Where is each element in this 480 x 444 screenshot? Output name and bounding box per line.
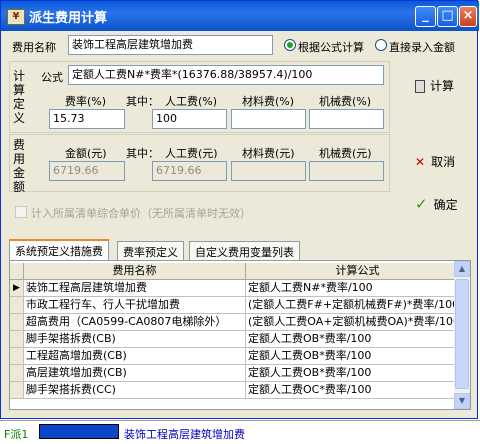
- material-amount-label: 材料费(元): [242, 147, 295, 160]
- tab-rate-predefined[interactable]: 费率预定义: [117, 241, 184, 260]
- fee-table: 费用名称 计算公式 ▶ 装饰工程高层建筑增加费 定额人工费N#*费率/100 市…: [9, 260, 471, 410]
- app-icon: ¥: [7, 9, 25, 25]
- ok-button-label: 确定: [433, 198, 458, 212]
- machine-amount-input: [309, 161, 384, 181]
- scroll-down-icon[interactable]: ▼: [454, 393, 470, 409]
- table-cell-name[interactable]: 装饰工程高层建筑增加费: [24, 280, 246, 297]
- table-cell-name[interactable]: 市政工程行车、行人干扰增加费: [24, 297, 246, 314]
- table-cell-formula[interactable]: (定额人工费OA+定额机械费OA)*费率/100: [246, 314, 470, 331]
- labor-percent-input[interactable]: 100: [152, 109, 227, 129]
- labor-amount-input: 6719.66: [152, 161, 227, 181]
- x-icon: ✕: [415, 155, 426, 169]
- calc-button[interactable]: 计算: [415, 77, 454, 94]
- row-indicator: [10, 365, 24, 382]
- row-indicator: [10, 348, 24, 365]
- title-bar: ¥ 派生费用计算 _ □ ×: [1, 1, 479, 31]
- scroll-up-icon[interactable]: ▲: [454, 261, 470, 277]
- amount-input: 6719.66: [49, 161, 125, 181]
- section-formula-title: 计算定义: [12, 69, 25, 125]
- formula-input[interactable]: 定额人工费N#*费率*(16376.88/38957.4)/100: [68, 65, 384, 85]
- row-indicator: [10, 314, 24, 331]
- include-checkbox[interactable]: [15, 206, 27, 218]
- direct-radio-label[interactable]: 直接录入金额: [389, 39, 455, 55]
- table-row[interactable]: 市政工程行车、行人干扰增加费 (定额人工费F#+定额机械费F#)*费率/100: [10, 297, 470, 314]
- ok-button[interactable]: ✓ 确定: [415, 195, 458, 213]
- table-row[interactable]: 工程超高增加费(CB) 定额人工费OB*费率/100: [10, 348, 470, 365]
- check-icon: ✓: [415, 195, 428, 213]
- table-cell-formula[interactable]: (定额人工费F#+定额机械费F#)*费率/100: [246, 297, 470, 314]
- cancel-button-label: 取消: [431, 155, 456, 169]
- tab-system-measures[interactable]: 系统预定义措施费: [9, 239, 109, 261]
- tab-custom-variables[interactable]: 自定义费用变量列表: [189, 241, 300, 260]
- machine-percent-label: 机械费(%): [319, 95, 372, 108]
- table-row[interactable]: ▶ 装饰工程高层建筑增加费 定额人工费N#*费率/100: [10, 280, 470, 297]
- scroll-thumb[interactable]: [455, 279, 469, 389]
- machine-percent-input[interactable]: [309, 109, 384, 129]
- table-cell-formula[interactable]: 定额人工费OB*费率/100: [246, 331, 470, 348]
- window-title: 派生费用计算: [29, 11, 108, 26]
- column-header-name[interactable]: 费用名称: [24, 263, 246, 280]
- table-cell-name[interactable]: 高层建筑增加费(CB): [24, 365, 246, 382]
- table-row[interactable]: 脚手架搭拆费(CB) 定额人工费OB*费率/100: [10, 331, 470, 348]
- table-cell-name[interactable]: 脚手架搭拆费(CC): [24, 382, 246, 399]
- close-button[interactable]: ×: [459, 6, 477, 27]
- table-cell-formula[interactable]: 定额人工费OB*费率/100: [246, 348, 470, 365]
- material-amount-input: [231, 161, 306, 181]
- row-indicator: [10, 297, 24, 314]
- rate-input[interactable]: 15.73: [49, 109, 125, 129]
- amount-among-label: 其中：: [126, 147, 159, 160]
- table-cell-name[interactable]: 脚手架搭拆费(CB): [24, 331, 246, 348]
- among-label: 其中：: [126, 95, 159, 108]
- maximize-button[interactable]: □: [437, 6, 458, 27]
- calculator-icon: [415, 80, 425, 93]
- vertical-scrollbar[interactable]: ▲ ▼: [454, 261, 470, 409]
- background-row-name: 装饰工程高层建筑增加费: [124, 428, 245, 441]
- table-row[interactable]: 超高费用（CA0599-CA0807电梯除外） (定额人工费OA+定额机械费OA…: [10, 314, 470, 331]
- table-row[interactable]: 高层建筑增加费(CB) 定额人工费OB*费率/100: [10, 365, 470, 382]
- formula-radio-label[interactable]: 根据公式计算: [298, 39, 364, 55]
- calc-button-label: 计算: [430, 79, 455, 93]
- rate-label: 费率(%): [65, 95, 107, 108]
- fee-name-label: 费用名称: [12, 41, 56, 54]
- include-checkbox-label[interactable]: 计入所属清单综合单价（无所属清单时无效）: [31, 205, 251, 221]
- table-cell-formula[interactable]: 定额人工费N#*费率/100: [246, 280, 470, 297]
- amount-label: 金额(元): [65, 147, 107, 160]
- row-indicator: [10, 382, 24, 399]
- fee-name-input[interactable]: 装饰工程高层建筑增加费: [68, 35, 273, 55]
- current-row-arrow-icon: ▶: [10, 280, 24, 297]
- background-row-code: F派1: [4, 428, 29, 441]
- machine-amount-label: 机械费(元): [319, 147, 372, 160]
- table-cell-name[interactable]: 超高费用（CA0599-CA0807电梯除外）: [24, 314, 246, 331]
- background-row-selection[interactable]: [39, 424, 119, 439]
- row-indicator: [10, 331, 24, 348]
- minimize-button[interactable]: _: [415, 6, 436, 27]
- formula-radio[interactable]: [284, 39, 296, 51]
- cancel-button[interactable]: ✕ 取消: [415, 153, 455, 170]
- table-cell-formula[interactable]: 定额人工费OC*费率/100: [246, 382, 470, 399]
- section-amount-title: 费用金额: [12, 138, 25, 194]
- table-cell-formula[interactable]: 定额人工费OB*费率/100: [246, 365, 470, 382]
- direct-radio[interactable]: [375, 39, 387, 51]
- row-indicator-header: [10, 263, 24, 280]
- labor-percent-label: 人工费(%): [165, 95, 218, 108]
- material-percent-label: 材料费(%): [242, 95, 295, 108]
- material-percent-input[interactable]: [231, 109, 306, 129]
- labor-amount-label: 人工费(元): [165, 147, 218, 160]
- derived-fee-dialog: ¥ 派生费用计算 _ □ × 费用名称 装饰工程高层建筑增加费 根据公式计算 直…: [0, 0, 479, 419]
- formula-label: 公式: [41, 71, 63, 84]
- background-row: F派1 装饰工程高层建筑增加费: [0, 420, 480, 444]
- column-header-formula[interactable]: 计算公式: [246, 263, 470, 280]
- table-row[interactable]: 脚手架搭拆费(CC) 定额人工费OC*费率/100: [10, 382, 470, 399]
- table-cell-name[interactable]: 工程超高增加费(CB): [24, 348, 246, 365]
